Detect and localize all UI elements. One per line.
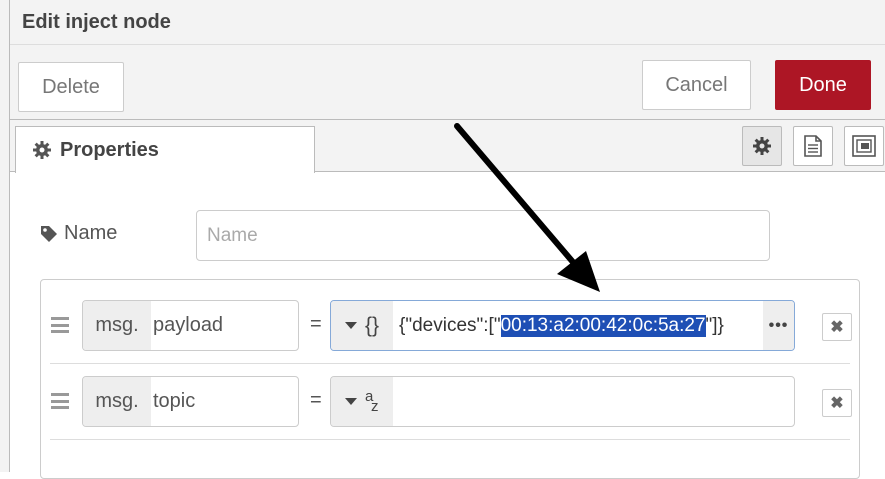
tab-settings[interactable] [742, 126, 782, 166]
payload-type-select[interactable]: {} [331, 301, 393, 350]
tab-description[interactable] [793, 126, 833, 166]
dialog-title-bar: Edit inject node [10, 0, 885, 45]
msg-prefix: msg. [83, 377, 151, 426]
cancel-button[interactable]: Cancel [642, 60, 751, 110]
topic-type-select[interactable]: a z [331, 377, 393, 426]
tab-appearance[interactable] [844, 126, 884, 166]
layout-icon [852, 135, 876, 157]
tab-properties-label: Properties [60, 138, 159, 161]
payload-value-input[interactable]: {"devices":[" 00:13:a2:00:42:0c:5a:27 "]} [393, 301, 763, 350]
caret-down-icon [344, 322, 357, 329]
delete-button[interactable]: Delete [18, 62, 124, 112]
topic-property-name[interactable]: topic [151, 377, 298, 426]
remove-payload-button[interactable]: ✖ [822, 313, 852, 341]
name-label-text: Name [64, 222, 118, 244]
payload-value-suffix: "]} [705, 314, 724, 336]
equals-sign: = [310, 389, 322, 411]
json-type-icon: {} [364, 313, 380, 337]
topic-property-field[interactable]: msg. topic [82, 376, 299, 427]
done-button[interactable]: Done [775, 60, 871, 110]
msg-prefix: msg. [83, 301, 151, 350]
remove-topic-button[interactable]: ✖ [822, 389, 852, 417]
string-type-glyph-z: z [371, 397, 379, 415]
drag-handle-icon[interactable] [51, 393, 69, 409]
caret-down-icon [345, 398, 357, 405]
drag-handle-icon[interactable] [51, 317, 69, 333]
gear-icon [753, 137, 771, 155]
string-type-icon: a z [365, 388, 379, 415]
gear-icon [33, 141, 51, 159]
payload-property-name[interactable]: payload [151, 301, 298, 350]
payload-value-selection: 00:13:a2:00:42:0c:5a:27 [500, 314, 706, 337]
dialog-toolbar: Delete Cancel Done [10, 45, 885, 120]
name-input[interactable] [196, 210, 770, 261]
document-icon [804, 135, 822, 157]
payload-property-field[interactable]: msg. payload [82, 300, 299, 351]
tab-strip: Properties [10, 120, 885, 173]
equals-sign: = [310, 313, 322, 335]
dialog-title: Edit inject node [22, 11, 171, 33]
editor-left-edge [0, 0, 10, 472]
name-label: Name [40, 222, 117, 245]
row-divider [50, 363, 850, 364]
tab-properties[interactable]: Properties [15, 126, 315, 173]
topic-value-field[interactable]: a z [330, 376, 795, 427]
row-divider [50, 439, 850, 440]
payload-value-field[interactable]: {} {"devices":[" 00:13:a2:00:42:0c:5a:27 "… [330, 300, 795, 351]
tag-icon [41, 225, 57, 242]
payload-value-prefix: {"devices":[" [399, 314, 501, 336]
expand-editor-button[interactable]: ••• [763, 301, 794, 350]
topic-value-input[interactable] [393, 377, 794, 426]
